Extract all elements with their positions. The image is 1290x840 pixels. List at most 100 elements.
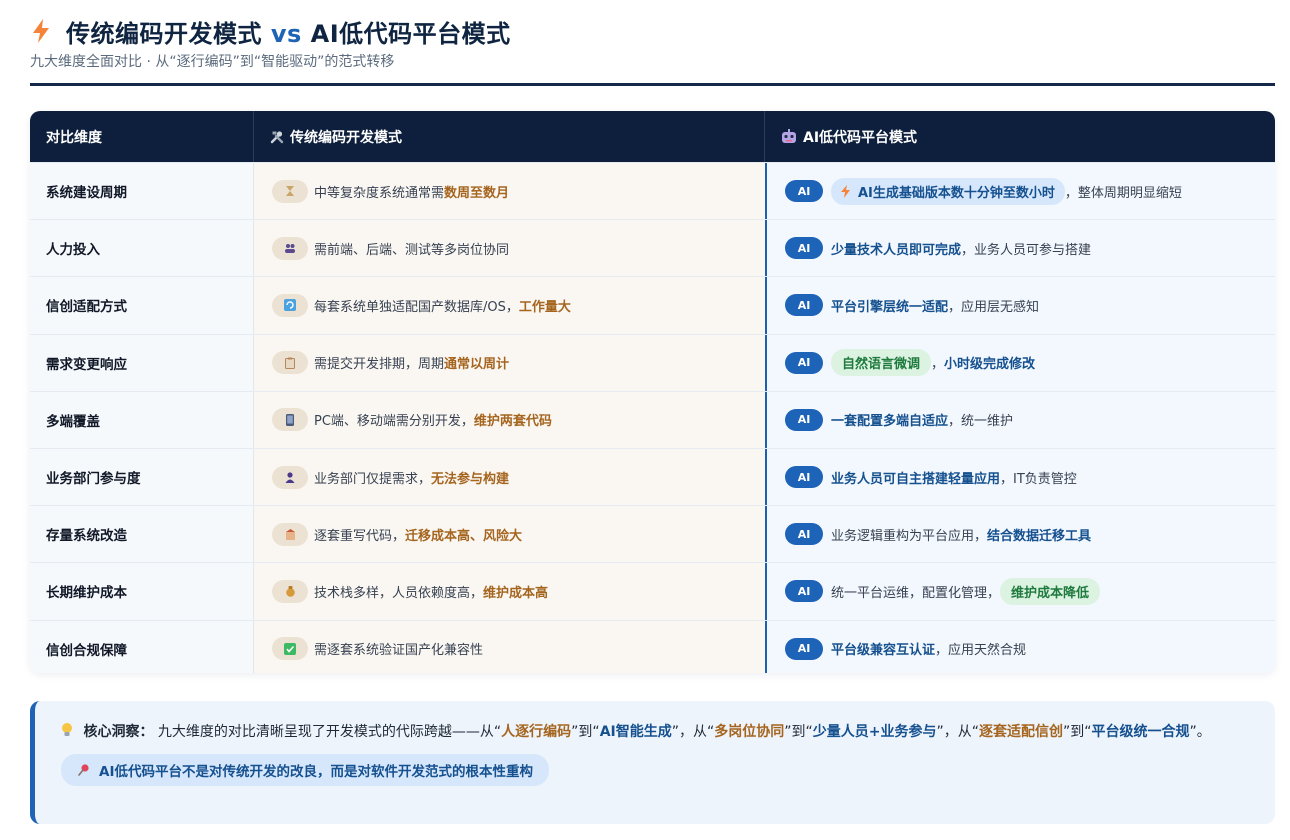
lightning-icon [841,184,850,198]
ai-text: ，统一维护 [948,414,1014,430]
header-traditional: 传统编码开发模式 [253,111,764,162]
traditional-cell: 每套系统单独适配国产数据库/OS， 工作量大 [253,277,765,334]
traditional-highlight: 迁移成本高、风险大 [405,528,523,544]
table-row: 多端覆盖 PC端、移动端需分别开发， 维护两套代码 AI 一套配置多端自适应 ，统一维护 [30,390,1275,448]
traditional-cell: 业务部门仅提需求， 无法参与构建 [253,448,765,506]
insight-keyword: 多岗位协同 [714,724,785,740]
ai-highlight: 少量技术人员即可完成 [831,242,962,258]
ai-badge: AI [785,637,823,660]
insight-text: 核心洞察： 九大维度的对比清晰呈现了开发模式的代际跨越——从“人逐行编码”到“A… [61,719,1253,748]
ai-text: ，业务人员可参与搭建 [961,242,1092,258]
traditional-highlight: 维护成本高 [483,585,549,601]
ai-cell: AI 自然语言微调，小时级完成修改 [765,334,1275,391]
clipboard-icon [272,351,308,375]
ai-badge: AI [785,237,823,260]
insight-keyword: 人逐行编码 [501,724,572,740]
dimension-cell: 系统建设周期 [30,163,253,220]
ai-highlight-pill: 自然语言微调 [831,349,932,377]
ai-highlight: 平台引擎层统一适配 [831,299,949,315]
tools-icon [270,130,284,144]
ai-text: ，应用天然合规 [935,643,1027,659]
title-vs: vs [270,19,302,48]
dimension-cell: 信创适配方式 [30,277,253,334]
comparison-table: 对比维度 传统编码开发模式 AI低代码平台模式 系统建设周期 中等复杂度系统通常需… [30,111,1275,673]
money-bag-icon [272,579,308,603]
ai-cell: AI 少量技术人员即可完成 ，业务人员可参与搭建 [765,220,1275,277]
ai-highlight: 平台级兼容互认证 [831,643,936,659]
insight-text-segment: ”。 [1189,724,1211,740]
traditional-cell: 需前端、后端、测试等多岗位协同 [253,220,765,277]
ai-badge: AI [785,351,823,374]
title-row: 传统编码开发模式 vs AI低代码平台模式 [30,14,1275,48]
traditional-text: 逐套重写代码， [314,528,406,544]
title-traditional: 传统编码开发模式 [66,19,262,48]
traditional-highlight: 通常以周计 [444,357,510,373]
table-row: 存量系统改造 逐套重写代码， 迁移成本高、风险大 AI 业务逻辑重构为平台应用， 结合数据… [30,505,1275,563]
traditional-text: 需逐套系统验证国产化兼容性 [314,643,484,659]
hourglass-icon [272,179,308,203]
insight-text-segment: ”到“ [571,724,600,740]
ai-highlight: 小时级完成修改 [944,357,1036,373]
person-icon [272,465,308,489]
insight-keyword: 平台级统一合规 [1091,724,1190,740]
ai-cell: AI 一套配置多端自适应 ，统一维护 [765,391,1275,448]
traditional-text: 需前端、后端、测试等多岗位协同 [314,242,510,258]
ai-text: 统一平台运维，配置化管理， [831,585,1001,601]
lightbulb-icon [61,721,73,748]
header-divider [30,83,1275,86]
ai-text: ，IT负责管控 [1000,471,1077,487]
table-body: 系统建设周期 中等复杂度系统通常需 数周至数月 AI AI生成基础版本数十分钟至数小时… [30,162,1275,673]
header-ai: AI低代码平台模式 [764,111,1275,162]
traditional-text: 每套系统单独适配国产数据库/OS， [314,299,519,315]
dimension-cell: 存量系统改造 [30,506,253,563]
ai-badge: AI [785,523,823,546]
header-dimension: 对比维度 [46,129,102,146]
callout-text: AI低代码平台不是对传统开发的改良，而是对软件开发范式的根本性重构 [99,764,533,780]
insight-keyword: AI智能生成 [599,724,672,740]
table-row: 系统建设周期 中等复杂度系统通常需 数周至数月 AI AI生成基础版本数十分钟至数小时… [30,162,1275,220]
traditional-text: 业务部门仅提需求， [314,471,432,487]
phone-icon [272,408,308,432]
traditional-cell: 需提交开发排期，周期 通常以周计 [253,334,765,391]
ai-highlight-pill: 维护成本降低 [1000,577,1101,605]
robot-icon [781,129,797,144]
traditional-cell: 中等复杂度系统通常需 数周至数月 [253,163,765,220]
table-row: 信创合规保障 需逐套系统验证国产化兼容性 AI 平台级兼容互认证 ，应用天然合规 [30,619,1275,673]
traditional-text: 需提交开发排期，周期 [314,357,445,373]
ai-cell: AI 平台引擎层统一适配 ，应用层无感知 [765,277,1275,334]
header-ai-label: AI低代码平台模式 [803,129,918,146]
traditional-highlight: 无法参与构建 [431,471,510,487]
table-header: 对比维度 传统编码开发模式 AI低代码平台模式 [30,111,1275,162]
ai-badge: AI [785,466,823,489]
ai-highlight: 一套配置多端自适应 [831,414,949,430]
ai-highlight-pill: AI生成基础版本数十分钟至数小时 [831,177,1065,205]
insight-text-segment: ”到“ [784,724,813,740]
building-icon [272,522,308,546]
page-header: 传统编码开发模式 vs AI低代码平台模式 九大维度全面对比 · 从“逐行编码”… [30,14,1275,71]
traditional-text: 中等复杂度系统通常需 [314,185,445,201]
traditional-text: 技术栈多样，人员依赖度高， [314,585,484,601]
ai-text: ，应用层无感知 [948,299,1040,315]
dimension-cell: 人力投入 [30,220,253,277]
dimension-cell: 需求变更响应 [30,334,253,391]
insight-keyword: 少量人员+业务参与 [812,724,937,740]
ai-text: 业务逻辑重构为平台应用， [831,528,988,544]
insight-callout: AI低代码平台不是对传统开发的改良，而是对软件开发范式的根本性重构 [61,754,549,786]
insight-text-segment: ”，从“ [936,724,980,740]
insight-keyword: 逐套适配信创 [979,724,1064,740]
dimension-cell: 长期维护成本 [30,563,253,620]
ai-text: ，整体周期明显缩短 [1064,185,1182,201]
dimension-cell: 信创合规保障 [30,620,253,673]
insight-text-segment: ”到“ [1063,724,1092,740]
page-subtitle: 九大维度全面对比 · 从“逐行编码”到“智能驱动”的范式转移 [30,54,395,70]
ai-cell: AI 统一平台运维，配置化管理， 维护成本降低 [765,563,1275,620]
insight-text-segment: ”，从“ [671,724,715,740]
ai-cell: AI 业务逻辑重构为平台应用， 结合数据迁移工具 [765,506,1275,563]
traditional-text: PC端、移动端需分别开发， [314,414,474,430]
header-traditional-label: 传统编码开发模式 [290,129,402,146]
dimension-cell: 业务部门参与度 [30,448,253,506]
traditional-cell: 技术栈多样，人员依赖度高， 维护成本高 [253,563,765,620]
table-row: 人力投入 需前端、后端、测试等多岗位协同 AI 少量技术人员即可完成 ，业务人员可参与搭… [30,219,1275,277]
table-row: 长期维护成本 技术栈多样，人员依赖度高， 维护成本高 AI 统一平台运维，配置化管理，维… [30,562,1275,620]
refresh-icon [272,293,308,317]
